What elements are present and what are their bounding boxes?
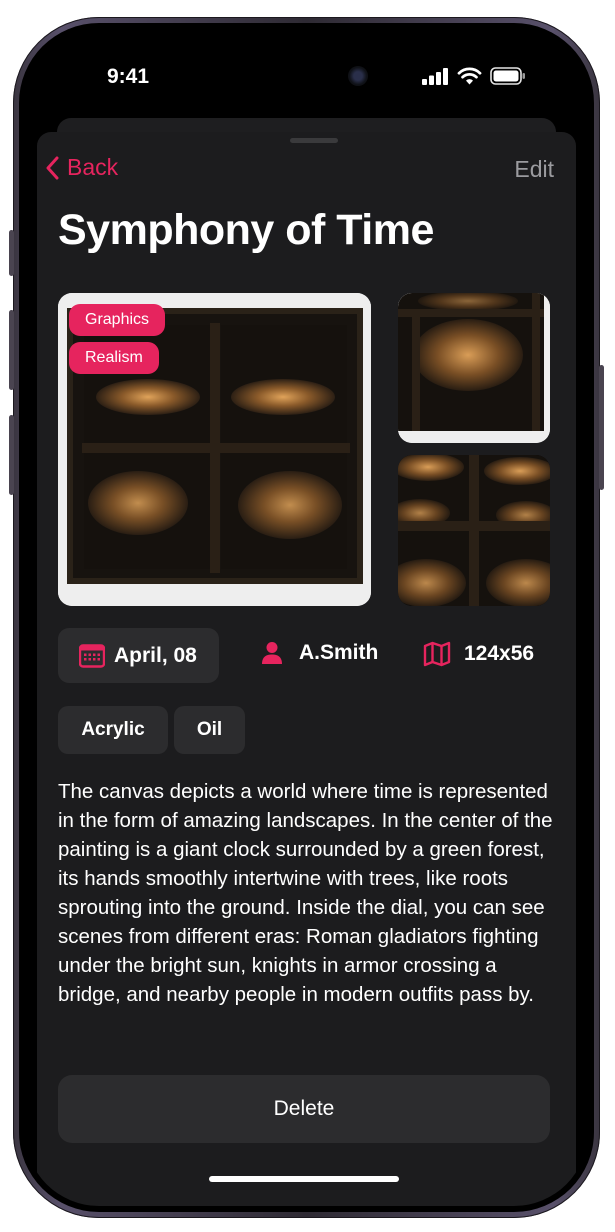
thumbnail-illustration <box>398 455 550 606</box>
size-info: 124x56 <box>423 641 534 667</box>
thumbnail-illustration <box>398 293 550 443</box>
medium-chip-oil[interactable]: Oil <box>174 706 245 754</box>
date-chip[interactable]: April, 08 <box>58 628 219 683</box>
volume-down-button <box>9 415 14 495</box>
home-indicator[interactable] <box>209 1176 399 1182</box>
status-icons <box>422 67 526 85</box>
medium-chip-acrylic[interactable]: Acrylic <box>58 706 168 754</box>
cellular-signal-icon <box>422 67 448 85</box>
tag-graphics[interactable]: Graphics <box>69 304 166 336</box>
main-artwork-image[interactable]: Graphics Realism <box>58 293 371 606</box>
wifi-icon <box>457 67 482 85</box>
back-label: Back <box>67 154 119 180</box>
size-value: 124x56 <box>464 642 535 665</box>
artwork-detail-sheet: Back Edit Symphony of Time Graphics Real… <box>37 132 576 1206</box>
author-info: A.Smith <box>261 641 378 665</box>
volume-up-button <box>9 310 14 390</box>
action-button <box>9 230 14 276</box>
delete-button[interactable]: Delete <box>58 1075 550 1143</box>
power-button <box>599 365 604 490</box>
artwork-title: Symphony of Time <box>58 206 434 254</box>
calendar-icon <box>79 643 105 668</box>
edit-button[interactable]: Edit <box>514 156 554 183</box>
tag-realism[interactable]: Realism <box>69 342 159 374</box>
artwork-thumbnail[interactable] <box>398 293 550 443</box>
person-icon <box>262 642 282 664</box>
sheet-grabber[interactable] <box>290 138 338 143</box>
front-camera-icon <box>348 66 368 86</box>
painting-illustration <box>58 293 371 606</box>
screen: 9:41 Back Edit Symphony of Time Graphics… <box>25 29 588 1206</box>
author-value: A.Smith <box>299 641 379 664</box>
artwork-description: The canvas depicts a world where time is… <box>58 780 553 1006</box>
chevron-left-icon <box>46 156 59 179</box>
artwork-thumbnail[interactable] <box>398 455 550 606</box>
map-icon <box>423 641 451 667</box>
back-button[interactable]: Back <box>45 154 118 181</box>
status-time: 9:41 <box>107 65 150 88</box>
date-value: April, 08 <box>114 643 197 667</box>
battery-icon <box>490 67 525 85</box>
